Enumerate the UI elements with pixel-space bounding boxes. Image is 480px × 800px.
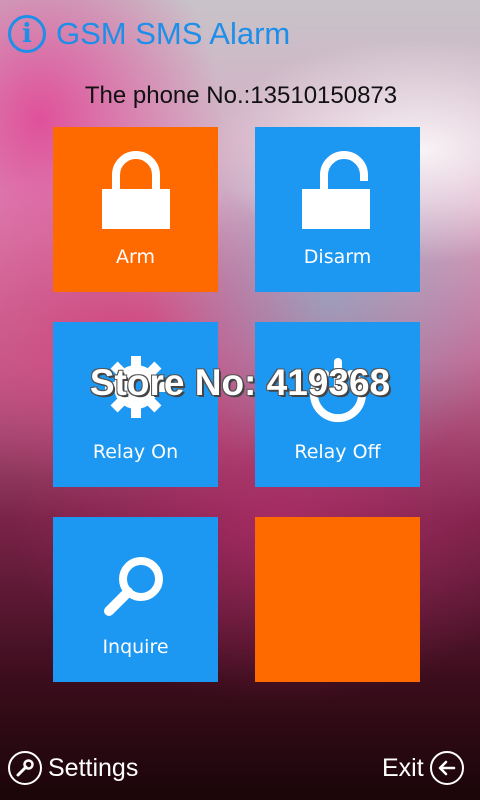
back-arrow-icon [429, 751, 464, 785]
disarm-label: Disarm [303, 246, 372, 268]
relay-off-button[interactable]: Relay Off [255, 322, 420, 487]
inquire-button[interactable]: Inquire [53, 517, 218, 682]
disarm-button[interactable]: Disarm [255, 127, 420, 292]
inquire-label: Inquire [102, 636, 169, 658]
relay-on-button[interactable]: Relay On [53, 322, 218, 487]
relay-off-label: Relay Off [294, 441, 381, 463]
search-icon [53, 555, 218, 619]
empty-tile[interactable] [255, 517, 420, 682]
store-watermark: Store No: 419368 [89, 362, 391, 403]
phone-number-label: The phone No.:13510150873 [84, 82, 398, 109]
settings-button[interactable]: Settings [8, 748, 138, 788]
unlock-icon [255, 151, 420, 231]
exit-button[interactable]: Exit [382, 748, 464, 788]
relay-on-label: Relay On [92, 441, 179, 463]
app-header: i GSM SMS Alarm [8, 12, 290, 56]
arm-label: Arm [116, 246, 155, 268]
lock-icon [53, 151, 218, 231]
settings-label: Settings [48, 753, 139, 782]
arm-button[interactable]: Arm [53, 127, 218, 292]
wrench-icon [8, 751, 42, 785]
exit-label: Exit [382, 753, 424, 782]
info-icon[interactable]: i [8, 15, 46, 53]
app-title: GSM SMS Alarm [56, 16, 291, 51]
